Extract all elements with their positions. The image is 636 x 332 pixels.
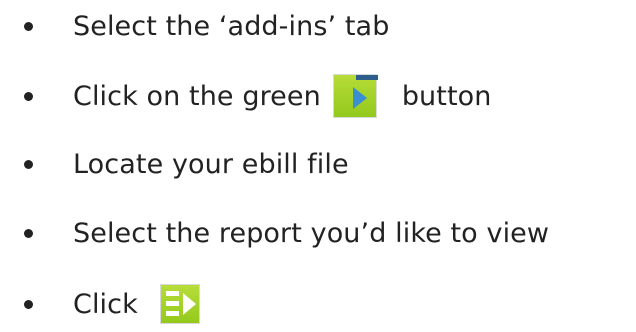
green-list-arrow-icon <box>159 284 200 324</box>
icon-top-bar <box>355 75 378 80</box>
step-text-after: button <box>401 80 492 112</box>
step-text: Locate your ebill file <box>73 148 349 180</box>
bullet <box>24 22 33 31</box>
play-triangle <box>352 87 367 109</box>
bullet <box>24 92 33 101</box>
arrow-shape <box>182 293 196 315</box>
green-play-button-icon <box>332 74 378 118</box>
step-text-row: Click on the green button <box>73 71 491 121</box>
list-line <box>165 301 179 306</box>
instruction-list: Select the ‘add-ins’ tab Click on the gr… <box>0 0 636 332</box>
step-click-green-button: Click on the green button <box>0 71 636 121</box>
step-select-report: Select the report you’d like to view <box>0 208 636 258</box>
step-locate-ebill-file: Locate your ebill file <box>0 139 636 189</box>
step-text-before: Click on the green <box>73 80 321 112</box>
bullet <box>24 160 33 169</box>
list-line <box>165 291 179 296</box>
step-text: Select the report you’d like to view <box>73 217 550 249</box>
step-select-add-ins-tab: Select the ‘add-ins’ tab <box>0 1 636 51</box>
step-text: Select the ‘add-ins’ tab <box>73 10 390 42</box>
list-line <box>165 311 179 316</box>
step-text-before: Click <box>73 288 138 320</box>
bullet <box>24 229 33 238</box>
bullet <box>24 300 33 309</box>
step-click-run: Click <box>0 279 636 329</box>
step-text-row: Click <box>73 279 200 329</box>
